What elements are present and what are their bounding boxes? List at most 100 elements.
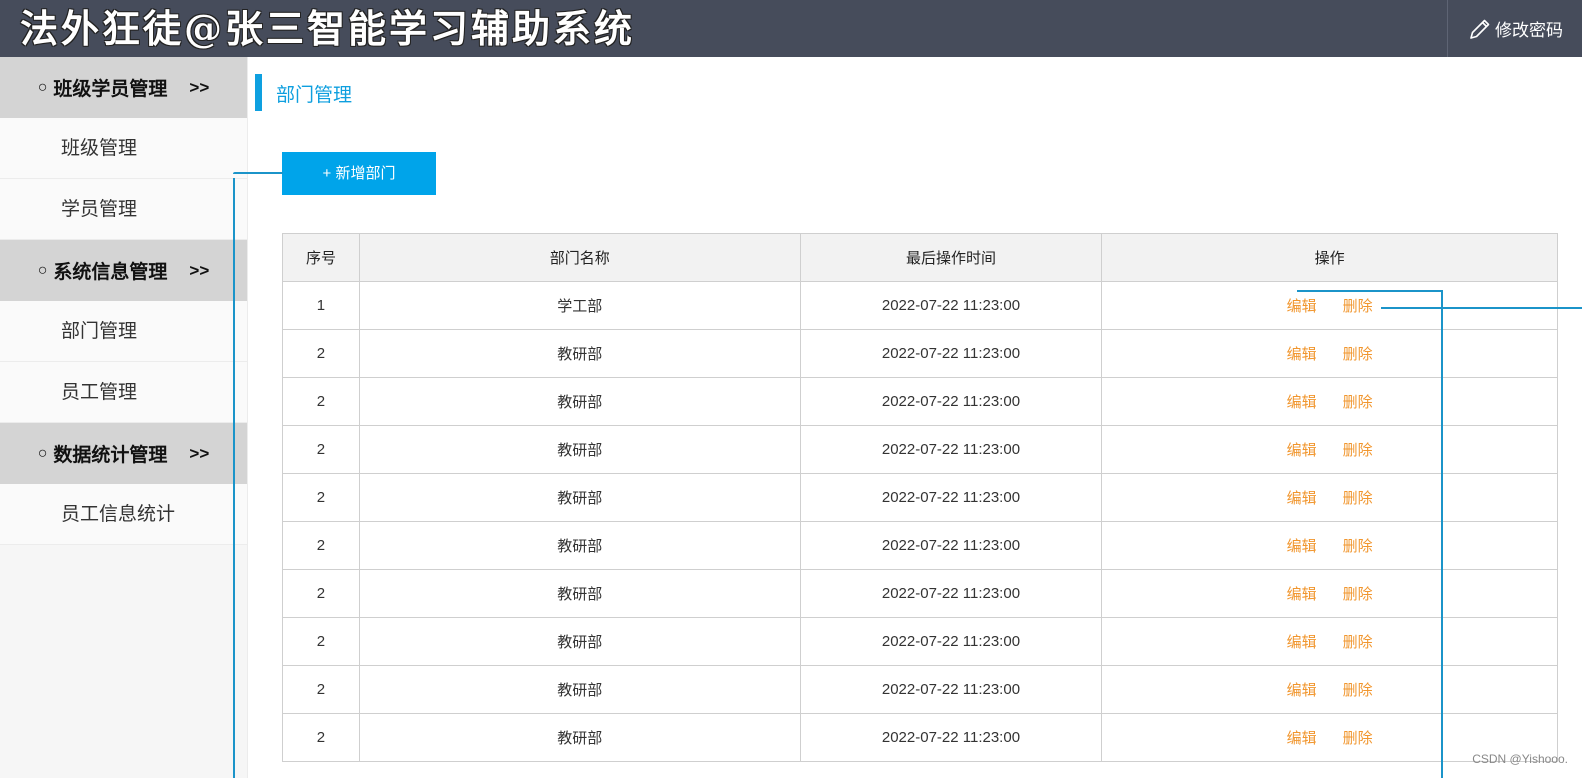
cell-department-name: 教研部 (358, 473, 801, 522)
table-row: 2 教研部 2022-07-22 11:23:00 编辑 删除 (282, 665, 1558, 714)
cell-actions: 编辑 删除 (1101, 377, 1558, 426)
delete-link[interactable]: 删除 (1343, 442, 1373, 459)
table-row: 1 学工部 2022-07-22 11:23:00 编辑 删除 (282, 281, 1558, 330)
cell-last-operation-time: 2022-07-22 11:23:00 (799, 281, 1103, 330)
sidebar-group-statistics[interactable]: ○ 数据统计管理 >> (0, 423, 247, 484)
delete-link[interactable]: 删除 (1343, 346, 1373, 363)
delete-link[interactable]: 删除 (1343, 394, 1373, 411)
add-department-button[interactable]: + 新增部门 (282, 152, 436, 195)
cell-department-name: 教研部 (358, 425, 801, 474)
annotation-line (233, 178, 235, 778)
delete-link[interactable]: 删除 (1343, 634, 1373, 651)
sidebar-item-department-management[interactable]: 部门管理 (0, 301, 247, 362)
edit-link[interactable]: 编辑 (1287, 682, 1317, 699)
pencil-icon (1470, 19, 1490, 39)
edit-link[interactable]: 编辑 (1287, 442, 1317, 459)
cell-department-name: 教研部 (358, 377, 801, 426)
cell-last-operation-time: 2022-07-22 11:23:00 (799, 617, 1103, 666)
circle-icon: ○ (37, 78, 48, 96)
cell-last-operation-time: 2022-07-22 11:23:00 (799, 521, 1103, 570)
cell-actions: 编辑 删除 (1101, 521, 1558, 570)
watermark: CSDN @Yishooo. (1472, 752, 1568, 766)
edit-link[interactable]: 编辑 (1287, 346, 1317, 363)
column-header-time: 最后操作时间 (799, 233, 1103, 282)
cell-department-name: 教研部 (358, 617, 801, 666)
table-row: 2 教研部 2022-07-22 11:23:00 编辑 删除 (282, 329, 1558, 378)
sidebar-group-label: 班级学员管理 (53, 79, 168, 100)
cell-last-operation-time: 2022-07-22 11:23:00 (799, 713, 1103, 762)
cell-actions: 编辑 删除 (1101, 665, 1558, 714)
sidebar-group-label: 数据统计管理 (53, 445, 168, 466)
sidebar-item-employee-statistics[interactable]: 员工信息统计 (0, 484, 247, 545)
sidebar: ○ 班级学员管理 >> 班级管理 学员管理 ○ 系统信息管理 >> 部门管理 员… (0, 57, 248, 778)
expand-arrow-icon: >> (189, 260, 210, 280)
annotation-line (1441, 290, 1443, 778)
table-row: 2 教研部 2022-07-22 11:23:00 编辑 删除 (282, 425, 1558, 474)
cell-last-operation-time: 2022-07-22 11:23:00 (799, 425, 1103, 474)
sidebar-group-label: 系统信息管理 (53, 262, 168, 283)
cell-actions: 编辑 删除 (1101, 617, 1558, 666)
table-row: 2 教研部 2022-07-22 11:23:00 编辑 删除 (282, 377, 1558, 426)
sidebar-item-class-management[interactable]: 班级管理 (0, 118, 247, 179)
column-header-index: 序号 (282, 233, 360, 282)
cell-actions: 编辑 删除 (1101, 329, 1558, 378)
cell-actions: 编辑 删除 (1101, 281, 1558, 330)
cell-index: 2 (282, 569, 360, 618)
edit-link[interactable]: 编辑 (1287, 586, 1317, 603)
circle-icon: ○ (37, 444, 48, 462)
edit-link[interactable]: 编辑 (1287, 490, 1317, 507)
edit-link[interactable]: 编辑 (1287, 730, 1317, 747)
cell-department-name: 学工部 (358, 281, 801, 330)
cell-index: 2 (282, 473, 360, 522)
edit-link[interactable]: 编辑 (1287, 394, 1317, 411)
delete-link[interactable]: 删除 (1343, 538, 1373, 555)
cell-last-operation-time: 2022-07-22 11:23:00 (799, 569, 1103, 618)
edit-link[interactable]: 编辑 (1287, 538, 1317, 555)
cell-last-operation-time: 2022-07-22 11:23:00 (799, 377, 1103, 426)
sidebar-group-system-info[interactable]: ○ 系统信息管理 >> (0, 240, 247, 301)
column-header-name: 部门名称 (358, 233, 801, 282)
page-title-accent-bar (255, 74, 262, 111)
cell-index: 2 (282, 329, 360, 378)
table-row: 2 教研部 2022-07-22 11:23:00 编辑 删除 (282, 713, 1558, 762)
cell-department-name: 教研部 (358, 569, 801, 618)
table-row: 2 教研部 2022-07-22 11:23:00 编辑 删除 (282, 473, 1558, 522)
department-table: 序号 部门名称 最后操作时间 操作 1 学工部 2022-07-22 11:23:0… (282, 233, 1558, 762)
circle-icon: ○ (37, 261, 48, 279)
cell-department-name: 教研部 (358, 521, 801, 570)
change-password-button[interactable]: 修改密码 (1447, 0, 1582, 57)
delete-link[interactable]: 删除 (1343, 586, 1373, 603)
cell-index: 2 (282, 377, 360, 426)
table-row: 2 教研部 2022-07-22 11:23:00 编辑 删除 (282, 521, 1558, 570)
annotation-line (1297, 290, 1441, 292)
cell-index: 1 (282, 281, 360, 330)
page-title: 部门管理 (276, 85, 353, 106)
cell-department-name: 教研部 (358, 713, 801, 762)
edit-link[interactable]: 编辑 (1287, 298, 1317, 315)
delete-link[interactable]: 删除 (1343, 730, 1373, 747)
delete-link[interactable]: 删除 (1343, 298, 1373, 315)
delete-link[interactable]: 删除 (1343, 682, 1373, 699)
sidebar-group-class-student[interactable]: ○ 班级学员管理 >> (0, 57, 247, 118)
sidebar-item-employee-management[interactable]: 员工管理 (0, 362, 247, 423)
sidebar-item-student-management[interactable]: 学员管理 (0, 179, 247, 240)
column-header-actions: 操作 (1101, 233, 1558, 282)
cell-actions: 编辑 删除 (1101, 569, 1558, 618)
annotation-line (233, 172, 283, 174)
app-header: 法外狂徒@张三智能学习辅助系统 修改密码 (0, 0, 1582, 57)
edit-link[interactable]: 编辑 (1287, 634, 1317, 651)
annotation-line (1381, 307, 1582, 309)
cell-index: 2 (282, 713, 360, 762)
app-title: 法外狂徒@张三智能学习辅助系统 (20, 6, 636, 51)
change-password-label: 修改密码 (1495, 21, 1563, 40)
cell-index: 2 (282, 617, 360, 666)
cell-last-operation-time: 2022-07-22 11:23:00 (799, 665, 1103, 714)
table-row: 2 教研部 2022-07-22 11:23:00 编辑 删除 (282, 617, 1558, 666)
table-row: 2 教研部 2022-07-22 11:23:00 编辑 删除 (282, 569, 1558, 618)
expand-arrow-icon: >> (189, 443, 210, 463)
cell-index: 2 (282, 665, 360, 714)
expand-arrow-icon: >> (189, 77, 210, 97)
table-header-row: 序号 部门名称 最后操作时间 操作 (282, 233, 1558, 282)
delete-link[interactable]: 删除 (1343, 490, 1373, 507)
cell-last-operation-time: 2022-07-22 11:23:00 (799, 473, 1103, 522)
